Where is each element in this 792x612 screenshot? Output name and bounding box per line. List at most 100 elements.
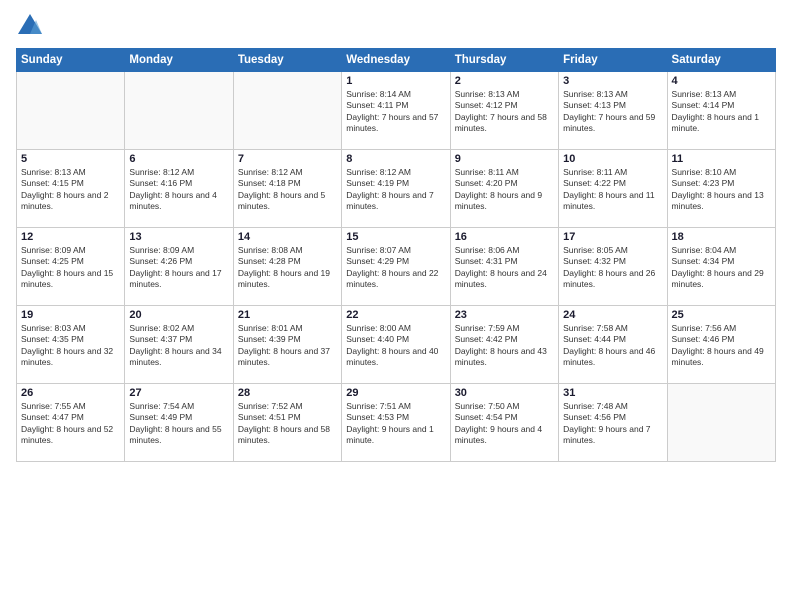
day-header-saturday: Saturday [667, 49, 775, 72]
cell-text: Sunset: 4:44 PM [563, 334, 662, 345]
calendar-cell [17, 72, 125, 150]
day-number: 27 [129, 387, 228, 399]
day-number: 23 [455, 309, 554, 321]
day-number: 26 [21, 387, 120, 399]
day-number: 2 [455, 75, 554, 87]
cell-text: Sunset: 4:42 PM [455, 334, 554, 345]
day-number: 5 [21, 153, 120, 165]
cell-text: Daylight: 8 hours and 58 minutes. [238, 424, 337, 447]
cell-text: Daylight: 8 hours and 15 minutes. [21, 268, 120, 291]
cell-text: Sunrise: 8:08 AM [238, 245, 337, 256]
calendar-cell: 6Sunrise: 8:12 AMSunset: 4:16 PMDaylight… [125, 150, 233, 228]
cell-text: Sunset: 4:22 PM [563, 178, 662, 189]
day-number: 25 [672, 309, 771, 321]
day-number: 4 [672, 75, 771, 87]
cell-text: Daylight: 7 hours and 59 minutes. [563, 112, 662, 135]
cell-text: Daylight: 8 hours and 19 minutes. [238, 268, 337, 291]
cell-text: Sunrise: 8:01 AM [238, 323, 337, 334]
cell-text: Daylight: 8 hours and 4 minutes. [129, 190, 228, 213]
cell-text: Sunrise: 7:52 AM [238, 401, 337, 412]
calendar-cell: 22Sunrise: 8:00 AMSunset: 4:40 PMDayligh… [342, 306, 450, 384]
day-header-sunday: Sunday [17, 49, 125, 72]
cell-text: Daylight: 8 hours and 24 minutes. [455, 268, 554, 291]
calendar-cell: 30Sunrise: 7:50 AMSunset: 4:54 PMDayligh… [450, 384, 558, 462]
calendar-cell: 21Sunrise: 8:01 AMSunset: 4:39 PMDayligh… [233, 306, 341, 384]
cell-text: Sunset: 4:26 PM [129, 256, 228, 267]
cell-text: Sunrise: 7:58 AM [563, 323, 662, 334]
calendar-cell: 27Sunrise: 7:54 AMSunset: 4:49 PMDayligh… [125, 384, 233, 462]
cell-text: Daylight: 8 hours and 1 minute. [672, 112, 771, 135]
cell-text: Sunset: 4:46 PM [672, 334, 771, 345]
cell-text: Daylight: 8 hours and 46 minutes. [563, 346, 662, 369]
calendar-cell [125, 72, 233, 150]
calendar-cell: 31Sunrise: 7:48 AMSunset: 4:56 PMDayligh… [559, 384, 667, 462]
cell-text: Daylight: 8 hours and 40 minutes. [346, 346, 445, 369]
calendar-cell: 24Sunrise: 7:58 AMSunset: 4:44 PMDayligh… [559, 306, 667, 384]
cell-text: Sunset: 4:28 PM [238, 256, 337, 267]
cell-text: Sunset: 4:25 PM [21, 256, 120, 267]
day-number: 20 [129, 309, 228, 321]
cell-text: Daylight: 8 hours and 22 minutes. [346, 268, 445, 291]
day-number: 7 [238, 153, 337, 165]
calendar-cell: 14 Sunrise: 8:08 AMSunset: 4:28 PMDayligh… [233, 228, 341, 306]
calendar-cell: 2Sunrise: 8:13 AMSunset: 4:12 PMDaylight… [450, 72, 558, 150]
calendar-cell: 16Sunrise: 8:06 AMSunset: 4:31 PMDayligh… [450, 228, 558, 306]
day-number: 10 [563, 153, 662, 165]
calendar-cell: 5Sunrise: 8:13 AMSunset: 4:15 PMDaylight… [17, 150, 125, 228]
cell-text: Daylight: 7 hours and 58 minutes. [455, 112, 554, 135]
day-number: 16 [455, 231, 554, 243]
cell-text: Daylight: 8 hours and 34 minutes. [129, 346, 228, 369]
cell-text: Sunrise: 8:09 AM [129, 245, 228, 256]
cell-text: Sunset: 4:15 PM [21, 178, 120, 189]
calendar-cell: 7Sunrise: 8:12 AMSunset: 4:18 PMDaylight… [233, 150, 341, 228]
cell-text: Sunset: 4:51 PM [238, 412, 337, 423]
cell-text: Sunrise: 7:59 AM [455, 323, 554, 334]
day-number: 1 [346, 75, 445, 87]
logo-icon [16, 12, 44, 40]
calendar-cell: 1Sunrise: 8:14 AMSunset: 4:11 PMDaylight… [342, 72, 450, 150]
cell-text: Sunrise: 8:13 AM [21, 167, 120, 178]
cell-text: Daylight: 8 hours and 37 minutes. [238, 346, 337, 369]
cell-text: Sunset: 4:12 PM [455, 100, 554, 111]
day-number: 28 [238, 387, 337, 399]
cell-text: Sunset: 4:14 PM [672, 100, 771, 111]
cell-text: Sunrise: 8:09 AM [21, 245, 120, 256]
cell-text: Daylight: 9 hours and 1 minute. [346, 424, 445, 447]
calendar-cell [667, 384, 775, 462]
day-number: 8 [346, 153, 445, 165]
cell-text: Daylight: 8 hours and 55 minutes. [129, 424, 228, 447]
day-header-thursday: Thursday [450, 49, 558, 72]
calendar-cell: 25Sunrise: 7:56 AMSunset: 4:46 PMDayligh… [667, 306, 775, 384]
calendar-cell: 4 Sunrise: 8:13 AMSunset: 4:14 PMDaylight… [667, 72, 775, 150]
cell-text: Sunset: 4:20 PM [455, 178, 554, 189]
day-number: 14 [238, 231, 337, 243]
calendar-cell: 13 Sunrise: 8:09 AMSunset: 4:26 PMDayligh… [125, 228, 233, 306]
cell-text: Sunrise: 8:05 AM [563, 245, 662, 256]
cell-text: Daylight: 8 hours and 52 minutes. [21, 424, 120, 447]
calendar-cell: 11Sunrise: 8:10 AMSunset: 4:23 PMDayligh… [667, 150, 775, 228]
cell-text: Daylight: 9 hours and 4 minutes. [455, 424, 554, 447]
cell-text: Sunset: 4:19 PM [346, 178, 445, 189]
calendar-cell [233, 72, 341, 150]
cell-text: Sunset: 4:18 PM [238, 178, 337, 189]
day-header-tuesday: Tuesday [233, 49, 341, 72]
cell-text: Sunrise: 8:13 AM [563, 89, 662, 100]
cell-text: Daylight: 8 hours and 17 minutes. [129, 268, 228, 291]
cell-text: Sunrise: 8:12 AM [238, 167, 337, 178]
calendar-cell: 29Sunrise: 7:51 AMSunset: 4:53 PMDayligh… [342, 384, 450, 462]
day-number: 12 [21, 231, 120, 243]
calendar-cell: 20Sunrise: 8:02 AMSunset: 4:37 PMDayligh… [125, 306, 233, 384]
cell-text: Sunrise: 8:11 AM [455, 167, 554, 178]
cell-text: Sunrise: 7:48 AM [563, 401, 662, 412]
cell-text: Sunrise: 8:13 AM [672, 89, 771, 100]
cell-text: Daylight: 8 hours and 43 minutes. [455, 346, 554, 369]
day-number: 3 [563, 75, 662, 87]
day-number: 13 [129, 231, 228, 243]
calendar-cell: 8Sunrise: 8:12 AMSunset: 4:19 PMDaylight… [342, 150, 450, 228]
cell-text: Daylight: 7 hours and 57 minutes. [346, 112, 445, 135]
cell-text: Sunrise: 8:12 AM [346, 167, 445, 178]
cell-text: Sunset: 4:16 PM [129, 178, 228, 189]
cell-text: Sunrise: 7:51 AM [346, 401, 445, 412]
cell-text: Daylight: 8 hours and 13 minutes. [672, 190, 771, 213]
cell-text: Sunrise: 8:10 AM [672, 167, 771, 178]
